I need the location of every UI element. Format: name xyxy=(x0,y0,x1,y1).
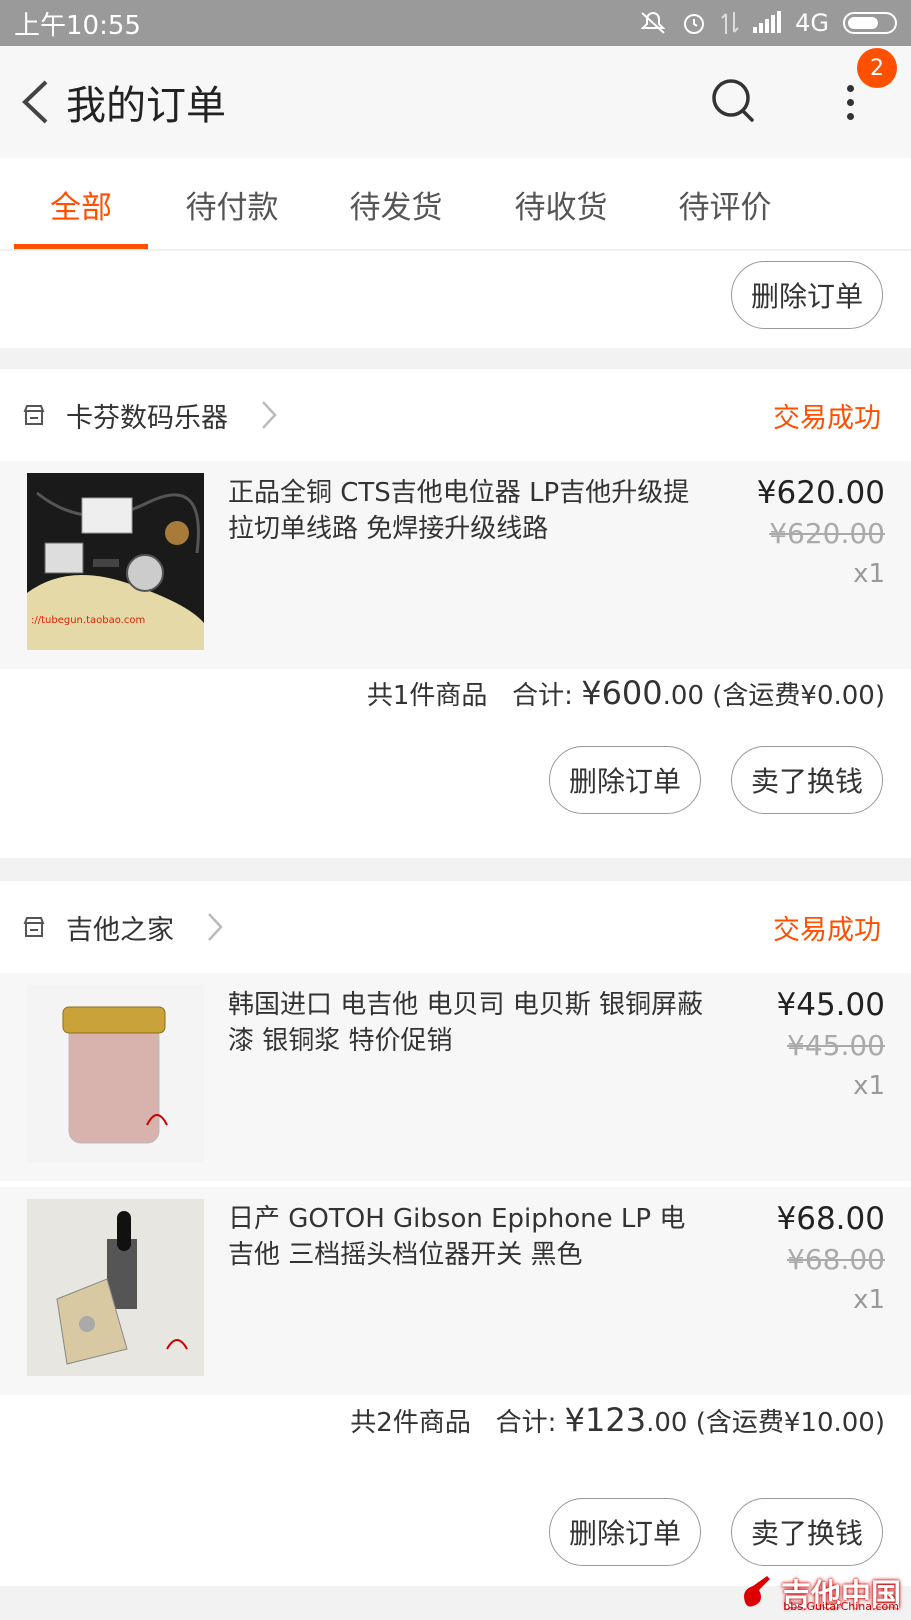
order-status: 交易成功 xyxy=(773,402,881,434)
order-status: 交易成功 xyxy=(773,914,881,946)
store-icon xyxy=(23,917,45,937)
guitar-logo-icon xyxy=(744,1576,770,1607)
order-tabs: 全部 待付款 待发货 待收货 待评价 xyxy=(0,158,911,250)
product-quantity: x1 xyxy=(853,559,885,589)
original-price: ¥45.00 xyxy=(787,1029,885,1062)
product-price: ¥68.00 xyxy=(776,1201,885,1237)
product-title: 日产 GOTOH Gibson Epiphone LP 电吉他 三档摇头档位器开… xyxy=(228,1204,686,1270)
status-icons: 4G xyxy=(639,9,897,37)
shipping-fee: (含运费¥0.00) xyxy=(712,681,885,711)
original-price: ¥68.00 xyxy=(787,1243,885,1276)
total-amount: ¥123 xyxy=(564,1401,647,1439)
product-image xyxy=(27,985,204,1162)
total-label: 合计: xyxy=(512,681,573,711)
order-summary: 共2件商品 合计: ¥123.00 (含运费¥10.00) xyxy=(350,1401,885,1439)
original-price: ¥620.00 xyxy=(769,517,885,550)
shop-row[interactable]: 卡芬数码乐器 交易成功 xyxy=(0,369,911,461)
shop-name: 卡芬数码乐器 xyxy=(66,402,228,434)
product-price: ¥45.00 xyxy=(776,987,885,1023)
data-transfer-icon xyxy=(721,12,739,34)
order-item[interactable]: 韩国进口 电吉他 电贝司 电贝斯 银铜屏蔽漆 银铜浆 特价促销 ¥45.00 ¥… xyxy=(0,973,911,1181)
total-label: 合计: xyxy=(495,1408,557,1438)
product-quantity: x1 xyxy=(853,1285,885,1315)
active-tab-indicator xyxy=(14,244,148,249)
tab-pending-review[interactable]: 待评价 xyxy=(658,158,792,250)
more-icon xyxy=(846,84,854,120)
tab-all[interactable]: 全部 xyxy=(14,158,148,250)
total-amount: ¥600 xyxy=(581,674,663,712)
page-title: 我的订单 xyxy=(66,83,226,129)
resell-button[interactable]: 卖了换钱 xyxy=(731,1498,883,1566)
status-time: 上午10:55 xyxy=(14,10,141,41)
tab-pending-receipt[interactable]: 待收货 xyxy=(494,158,628,250)
shipping-fee: (含运费¥10.00) xyxy=(695,1408,885,1438)
thumb-caption: ://tubegun.taobao.com xyxy=(31,615,145,626)
more-menu-button[interactable]: 2 xyxy=(825,48,897,132)
search-button[interactable] xyxy=(707,74,763,130)
chevron-right-icon xyxy=(208,913,223,941)
resell-button[interactable]: 卖了换钱 xyxy=(731,746,883,814)
product-title: 正品全铜 CTS吉他电位器 LP吉他升级提拉切单线路 免焊接升级线路 xyxy=(228,478,690,544)
item-count: 共1件商品 xyxy=(366,681,488,711)
product-image xyxy=(27,1199,204,1376)
total-decimal: .00 xyxy=(646,1408,688,1438)
order-card-partial: 删除订单 xyxy=(0,251,911,348)
status-bar: 上午10:55 4G xyxy=(0,0,911,46)
battery-icon xyxy=(843,12,897,34)
alarm-icon xyxy=(684,14,705,34)
network-type: 4G xyxy=(795,9,829,37)
order-card: 卡芬数码乐器 交易成功 ://tubegun.taobao.com 正品全铜 C… xyxy=(0,369,911,858)
search-icon xyxy=(712,79,754,122)
store-icon xyxy=(23,405,45,425)
delete-order-button[interactable]: 删除订单 xyxy=(549,1498,701,1566)
item-count: 共2件商品 xyxy=(350,1408,471,1438)
order-card: 吉他之家 交易成功 韩国进口 电吉他 电贝司 电贝斯 银铜屏蔽漆 银铜浆 特价促… xyxy=(0,881,911,1586)
product-title: 韩国进口 电吉他 电贝司 电贝斯 银铜屏蔽漆 银铜浆 特价促销 xyxy=(228,990,704,1056)
tab-pending-shipment[interactable]: 待发货 xyxy=(329,158,463,250)
delete-order-button[interactable]: 删除订单 xyxy=(731,261,883,329)
signal-icon xyxy=(753,11,782,33)
chevron-right-icon xyxy=(262,401,277,429)
tab-pending-payment[interactable]: 待付款 xyxy=(165,158,299,250)
product-quantity: x1 xyxy=(853,1071,885,1101)
product-image: ://tubegun.taobao.com xyxy=(27,473,204,650)
back-button[interactable] xyxy=(10,72,60,132)
order-summary: 共1件商品 合计: ¥600.00 (含运费¥0.00) xyxy=(367,674,885,712)
order-item[interactable]: 日产 GOTOH Gibson Epiphone LP 电吉他 三档摇头档位器开… xyxy=(0,1187,911,1395)
order-item[interactable]: ://tubegun.taobao.com 正品全铜 CTS吉他电位器 LP吉他… xyxy=(0,461,911,669)
back-arrow-icon xyxy=(22,80,48,124)
mute-icon xyxy=(640,12,666,34)
shop-name: 吉他之家 xyxy=(66,914,174,946)
top-nav-bar: 我的订单 2 xyxy=(0,46,911,158)
total-decimal: .00 xyxy=(662,681,704,711)
product-price: ¥620.00 xyxy=(756,475,885,511)
site-watermark: 吉他中国 bbs.GuitarChina.com xyxy=(737,1570,901,1614)
watermark-subtext: bbs.GuitarChina.com xyxy=(783,1600,899,1613)
shop-row[interactable]: 吉他之家 交易成功 xyxy=(0,881,911,973)
notification-badge: 2 xyxy=(857,48,897,88)
delete-order-button[interactable]: 删除订单 xyxy=(549,746,701,814)
